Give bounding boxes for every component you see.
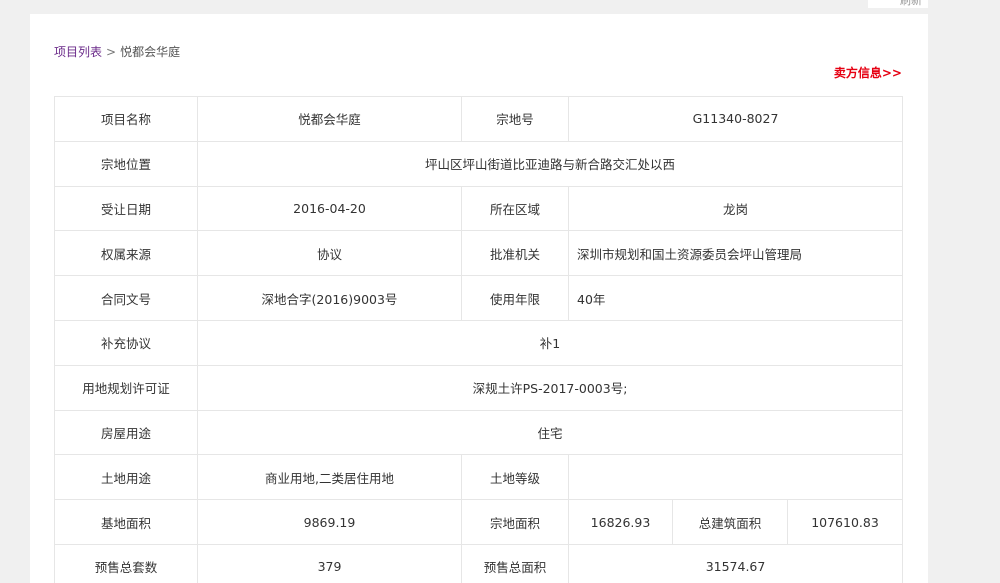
project-detail-panel: 项目列表 > 悦都会华庭 卖方信息>> 项目名称 悦都会华庭 宗地号 G11340-… — [30, 14, 928, 583]
seller-info-link[interactable]: 卖方信息>> — [834, 64, 902, 81]
land-use-label: 土地用途 — [54, 454, 198, 501]
supplementary-agreement-label: 补充协议 — [54, 319, 198, 366]
parcel-location-label: 宗地位置 — [54, 140, 198, 187]
transfer-date-label: 受让日期 — [54, 185, 198, 232]
parcel-area-label: 宗地面积 — [461, 499, 569, 545]
presale-area-value: 31574.67 — [567, 543, 904, 583]
table-row: 用地规划许可证 深规土许PS-2017-0003号; — [54, 364, 904, 411]
land-grade-value — [567, 454, 904, 501]
housing-use-label: 房屋用途 — [54, 409, 198, 456]
contract-number-value: 深地合字(2016)9003号 — [197, 275, 462, 321]
presale-units-label: 预售总套数 — [54, 543, 198, 583]
total-floor-area-label: 总建筑面积 — [672, 499, 788, 545]
refresh-link[interactable]: 刷新 — [900, 0, 922, 8]
parcel-number-value: G11340-8027 — [567, 96, 904, 142]
project-name-label: 项目名称 — [54, 96, 198, 142]
breadcrumb-project-list-link[interactable]: 项目列表 — [54, 45, 102, 59]
transfer-date-value: 2016-04-20 — [197, 185, 462, 232]
housing-use-value: 住宅 — [196, 409, 904, 456]
top-strip: 刷新 — [868, 0, 928, 8]
table-row: 房屋用途 住宅 — [54, 409, 904, 456]
breadcrumb-separator: > — [106, 45, 117, 59]
land-grade-label: 土地等级 — [461, 454, 569, 501]
parcel-area-value: 16826.93 — [568, 499, 673, 545]
base-area-value: 9869.19 — [197, 499, 462, 545]
ownership-source-value: 协议 — [197, 230, 462, 277]
breadcrumb: 项目列表 > 悦都会华庭 — [54, 43, 180, 60]
district-label: 所在区域 — [461, 185, 569, 232]
parcel-number-label: 宗地号 — [461, 96, 569, 142]
table-row: 基地面积 9869.19 宗地面积 16826.93 总建筑面积 107610.… — [54, 499, 904, 545]
land-planning-permit-label: 用地规划许可证 — [54, 364, 198, 411]
land-use-value: 商业用地,二类居住用地 — [197, 454, 462, 501]
breadcrumb-current: 悦都会华庭 — [120, 45, 181, 59]
table-row: 项目名称 悦都会华庭 宗地号 G11340-8027 — [54, 96, 904, 142]
total-floor-area-value: 107610.83 — [786, 499, 904, 545]
presale-area-label: 预售总面积 — [461, 543, 569, 583]
parcel-location-value: 坪山区坪山街道比亚迪路与新合路交汇处以西 — [196, 140, 904, 187]
ownership-source-label: 权属来源 — [54, 230, 198, 277]
project-name-value: 悦都会华庭 — [197, 96, 462, 142]
table-row: 宗地位置 坪山区坪山街道比亚迪路与新合路交汇处以西 — [54, 140, 904, 187]
table-row: 合同文号 深地合字(2016)9003号 使用年限 40年 — [54, 275, 904, 321]
project-info-table: 项目名称 悦都会华庭 宗地号 G11340-8027 宗地位置 坪山区坪山街道比… — [54, 96, 904, 583]
usage-term-label: 使用年限 — [461, 275, 569, 321]
table-row: 受让日期 2016-04-20 所在区域 龙岗 — [54, 185, 904, 232]
usage-term-value: 40年 — [567, 275, 904, 321]
district-value: 龙岗 — [567, 185, 904, 232]
approval-authority-label: 批准机关 — [461, 230, 569, 277]
table-row: 预售总套数 379 预售总面积 31574.67 — [54, 543, 904, 583]
approval-authority-value: 深圳市规划和国土资源委员会坪山管理局 — [567, 230, 904, 277]
table-row: 权属来源 协议 批准机关 深圳市规划和国土资源委员会坪山管理局 — [54, 230, 904, 277]
land-planning-permit-value: 深规土许PS-2017-0003号; — [196, 364, 904, 411]
presale-units-value: 379 — [197, 543, 462, 583]
table-row: 补充协议 补1 — [54, 319, 904, 366]
supplementary-agreement-value: 补1 — [196, 319, 904, 366]
table-row: 土地用途 商业用地,二类居住用地 土地等级 — [54, 454, 904, 501]
base-area-label: 基地面积 — [54, 499, 198, 545]
contract-number-label: 合同文号 — [54, 275, 198, 321]
